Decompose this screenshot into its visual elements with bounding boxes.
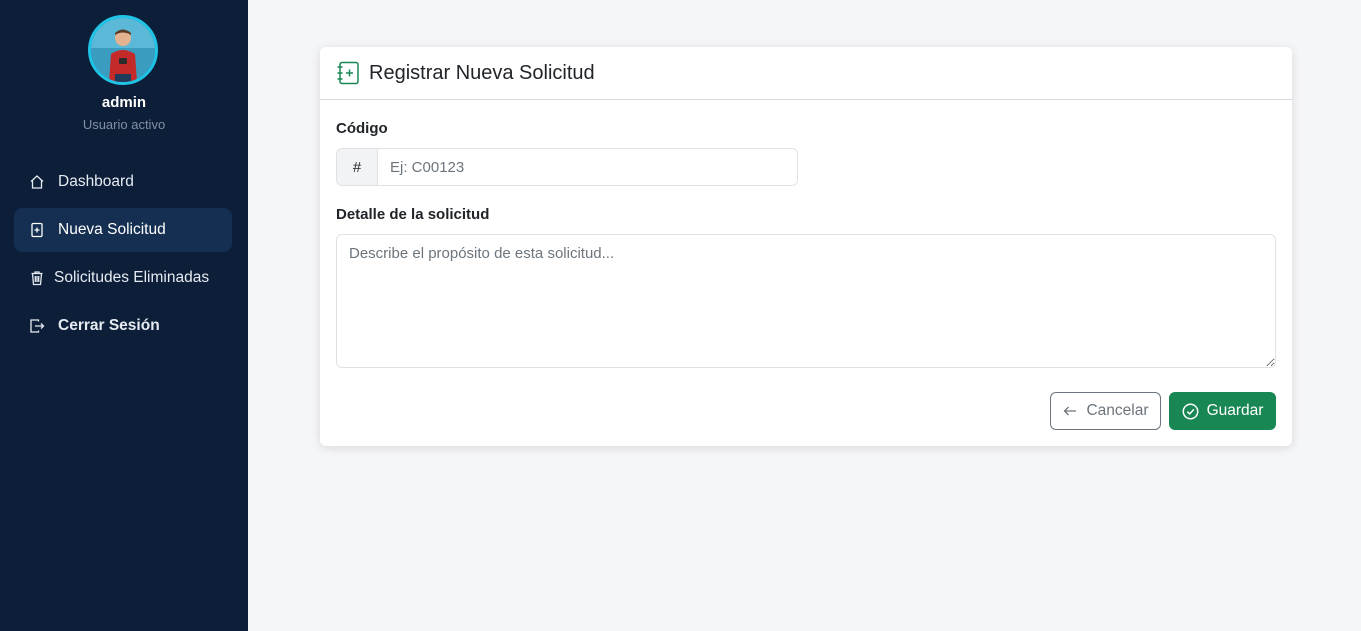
detail-label: Detalle de la solicitud <box>336 206 490 223</box>
sidebar-item-nueva-solicitud[interactable]: Nueva Solicitud <box>14 208 232 252</box>
page-title: Registrar Nueva Solicitud <box>369 61 595 84</box>
sidebar-item-label: Solicitudes Eliminadas <box>54 269 210 286</box>
hash-prefix: # <box>337 149 378 185</box>
journal-plus-icon <box>336 61 360 85</box>
user-status: Usuario activo <box>82 117 166 132</box>
code-input-group: # <box>336 148 798 186</box>
sidebar-item-cerrar-sesion[interactable]: Cerrar Sesión <box>14 304 232 348</box>
card-header: Registrar Nueva Solicitud <box>320 47 1292 100</box>
detail-textarea[interactable] <box>336 234 1276 368</box>
user-name: admin <box>101 94 147 111</box>
save-label: Guardar <box>1206 402 1264 419</box>
code-input[interactable] <box>378 149 797 185</box>
sidebar-item-dashboard[interactable]: Dashboard <box>14 160 232 204</box>
sidebar-item-label: Dashboard <box>58 173 134 190</box>
sidebar-item-label: Cerrar Sesión <box>58 317 160 334</box>
arrow-left-icon <box>1062 403 1078 419</box>
cancel-label: Cancelar <box>1086 402 1149 419</box>
logout-icon <box>28 317 46 335</box>
house-icon <box>28 173 46 191</box>
new-request-card: Registrar Nueva Solicitud Código # Detal… <box>320 47 1292 446</box>
cancel-button[interactable]: Cancelar <box>1050 392 1161 430</box>
file-plus-icon <box>28 221 46 239</box>
check-circle-icon <box>1182 403 1199 420</box>
save-button[interactable]: Guardar <box>1169 392 1276 430</box>
sidebar-item-solicitudes-eliminadas[interactable]: Solicitudes Eliminadas <box>14 256 232 300</box>
trash-icon <box>28 269 46 287</box>
avatar[interactable] <box>88 15 158 85</box>
sidebar-item-label: Nueva Solicitud <box>58 221 166 238</box>
user-photo-icon <box>91 18 155 82</box>
code-label: Código <box>336 120 388 137</box>
sidebar: admin Usuario activo Dashboard Nueva Sol… <box>0 0 248 631</box>
